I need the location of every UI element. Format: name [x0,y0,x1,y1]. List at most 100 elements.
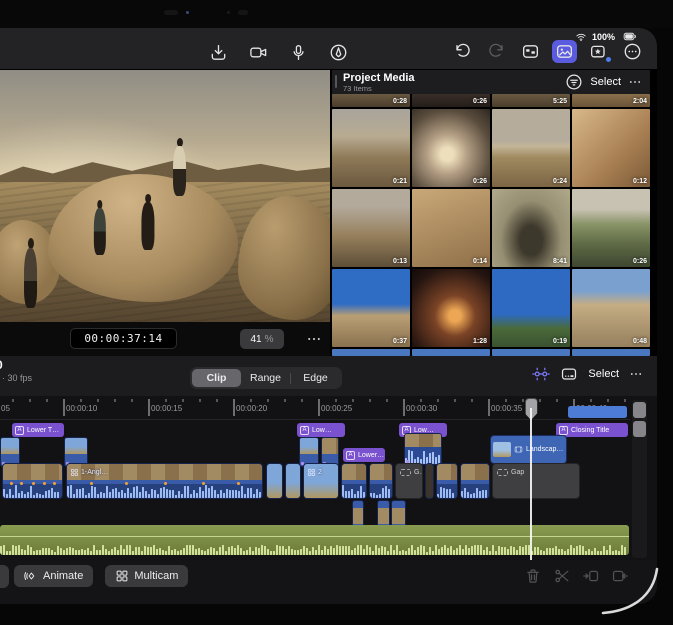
ruler-label: 00:00:10 [66,404,97,413]
storyline-clip[interactable]: 1-Angl… [66,463,263,499]
media-header-controls: Select [565,70,642,94]
keyframe-dot[interactable] [20,482,23,485]
media-select-button[interactable]: Select [590,76,621,88]
media-thumbnail[interactable]: 0:26 [412,109,490,187]
mic-button[interactable] [286,41,311,64]
storyline-clip[interactable] [436,463,458,499]
media-thumbnail[interactable]: 5:25 [492,94,570,107]
tab-clip[interactable]: Clip [192,369,241,387]
multicam-button[interactable]: Multicam [105,565,188,587]
media-thumbnail[interactable]: 0:12 [572,109,650,187]
keyframe-dot[interactable] [164,482,167,485]
media-thumbnail[interactable]: 0:26 [572,189,650,267]
magnetic-timeline-icon[interactable] [532,365,550,383]
ruler-tick [114,399,116,402]
gap-clip[interactable]: G… [395,463,423,499]
ruler-tick [539,399,541,402]
title-clip[interactable]: ALower… [343,448,385,462]
storyline-clip[interactable] [341,463,367,499]
filter-icon[interactable] [565,73,583,91]
insert-button[interactable] [582,567,600,590]
clip-thumbnail [267,464,282,498]
undo-button[interactable] [450,40,475,63]
import-button[interactable] [206,41,231,64]
toolbar-right-group [450,40,645,63]
keyframe-dot[interactable] [53,482,56,485]
viewer-canvas[interactable] [0,70,330,322]
ruler-tick [267,399,269,402]
media-thumbnail[interactable]: 0:19 [492,269,570,347]
tab-edge[interactable]: Edge [291,369,340,387]
keyframe-dot[interactable] [202,482,205,485]
timecode-display[interactable]: 00:00:37:14 [70,328,177,349]
trash-button[interactable] [524,567,542,590]
timeline-panel: 0 · 30 fps ClipRangeEdge Select 0500:00:… [0,356,657,604]
partial-button[interactable] [0,565,9,588]
animate-button[interactable]: Animate [14,565,93,587]
blade-button[interactable] [553,567,571,590]
storyline-clip[interactable]: 2 [303,463,339,499]
storyline-clip[interactable] [460,463,490,499]
screen: 100% 00:00:37:14 [0,28,657,604]
redo-button[interactable] [484,40,509,63]
tab-range[interactable]: Range [241,369,290,387]
ruler-label: 00:00:30 [406,404,437,413]
media-more-button[interactable] [628,75,642,89]
camera-button[interactable] [246,41,271,64]
title-clip[interactable]: AClosing Title [556,423,628,437]
media-thumbnail[interactable] [572,349,650,356]
media-thumbnail[interactable]: 2:04 [572,94,650,107]
zoom-level-control[interactable]: 41 % [240,329,284,349]
media-thumbnail[interactable]: 1:28 [412,269,490,347]
media-thumbnail[interactable]: 0:37 [332,269,410,347]
timeline-scrollbar[interactable] [632,400,647,558]
media-thumbnail[interactable]: 0:24 [492,109,570,187]
media-thumbnail[interactable]: 0:28 [332,94,410,107]
media-thumbnail[interactable] [412,349,490,356]
more-button[interactable] [620,40,645,63]
landscape-clip[interactable]: Landscap… [490,435,567,464]
keyframe-dot[interactable] [32,482,35,485]
media-thumbnail[interactable]: 0:21 [332,109,410,187]
media-thumbnail[interactable]: 0:26 [412,94,490,107]
connected-audio-clip[interactable] [404,433,442,465]
title-clip[interactable]: ALower T… [12,423,64,437]
ruler-tick [199,399,201,402]
keyframe-dot[interactable] [90,482,93,485]
music-clip[interactable] [0,525,629,555]
inspector-button[interactable] [518,40,543,63]
clip-thumbnail [370,464,392,480]
gap-clip[interactable]: Gap [492,463,580,499]
ruler-tick [590,399,592,402]
media-thumbnail[interactable]: 0:14 [412,189,490,267]
effects-button[interactable] [586,40,611,63]
media-thumbnail[interactable]: 0:13 [332,189,410,267]
media-thumbnail[interactable] [332,349,410,356]
storyline-clip[interactable] [285,463,301,499]
media-thumbnail[interactable]: 8:41 [492,189,570,267]
scrollbar-segment[interactable] [633,402,646,418]
storyline-clip[interactable] [369,463,393,499]
connected-title-bar[interactable] [568,406,627,418]
media-browser-button[interactable] [552,40,577,63]
camera-icon [249,43,268,62]
storyline-clip[interactable] [2,463,63,499]
thumbnail-duration: 1:28 [473,338,487,345]
clip-overview-icon[interactable] [560,365,578,383]
timeline-more-button[interactable] [629,367,643,381]
pencil-button[interactable] [326,41,351,64]
storyline-clip[interactable] [425,463,434,499]
scrollbar-segment[interactable] [633,421,646,437]
keyframe-dot[interactable] [43,482,46,485]
panel-drag-handle[interactable] [335,75,337,88]
media-thumbnail[interactable]: 0:48 [572,269,650,347]
keyframe-dot[interactable] [125,482,128,485]
keyframe-dot[interactable] [237,482,240,485]
media-thumbnail[interactable] [492,349,570,356]
title-clip[interactable]: ALow… [297,423,345,437]
keyframe-dot[interactable] [10,482,13,485]
storyline-clip[interactable] [266,463,283,499]
viewer-more-button[interactable] [306,331,322,352]
timeline-select-button[interactable]: Select [588,368,619,380]
ruler-tick [233,399,235,416]
